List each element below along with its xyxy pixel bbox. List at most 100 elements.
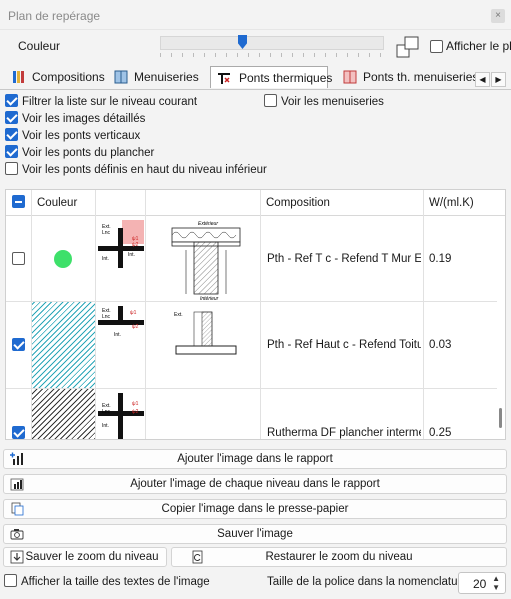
save-zoom-label: Sauver le zoom du niveau [25, 551, 159, 563]
junction-plan-icon: Extérieur Intérieur [171, 221, 241, 302]
composition-cell: Pth - Ref Haut c - Refend Toiture [261, 302, 424, 388]
show-top-checkbox[interactable]: Voir les ponts définis en haut du niveau… [5, 162, 267, 176]
show-vertical-checkbox[interactable]: Voir les ponts verticaux [5, 128, 141, 142]
restore-zoom-label: Restaurer le zoom du niveau [265, 551, 413, 563]
row-check-cell[interactable] [6, 302, 32, 388]
show-text-size-check[interactable] [4, 574, 17, 588]
tab-compositions-label: Compositions [32, 70, 105, 84]
tab-ponts-th-menuiseries[interactable]: Ponts th. menuiseries [341, 66, 478, 88]
camera-icon [10, 529, 24, 540]
table-row[interactable]: Ext. Lnc Int. Int. ψ1 ψ2 Extérieur Intér… [6, 216, 498, 302]
tab-scroll-right-icon[interactable]: ▶ [491, 72, 506, 87]
add-image-button[interactable]: Ajouter l'image dans le rapport [3, 449, 507, 469]
table-row[interactable]: Ext. Lnc Int. ψ1 ψ2 Ext. Pth - Ref Haut … [6, 302, 498, 389]
color-dot [54, 250, 72, 268]
psi2-label: ψ2 [132, 242, 139, 248]
tab-ponts-thermiques[interactable]: Ponts thermiques [210, 66, 332, 88]
tab-scroll-left-icon[interactable]: ◀ [475, 72, 490, 87]
int-label: Int. [114, 332, 121, 338]
tab-menuiseries[interactable]: Menuiseries [112, 66, 199, 88]
row-check[interactable] [12, 252, 25, 265]
header-color[interactable]: Couleur [32, 190, 96, 216]
tab-divider [0, 89, 511, 90]
tab-strip: Compositions Menuiseries Ponts thermique… [0, 64, 511, 90]
show-floor-check[interactable] [5, 145, 18, 159]
row-check[interactable] [12, 426, 25, 439]
select-all-check[interactable] [12, 195, 25, 209]
restore-zoom-icon [192, 550, 203, 564]
lnc-label: Lnc [102, 314, 111, 320]
show-top-label: Voir les ponts définis en haut du niveau… [22, 164, 267, 176]
color-slider[interactable] [160, 35, 384, 57]
row-check-cell[interactable] [6, 389, 32, 439]
plan-cell [146, 389, 261, 439]
show-detailed-checkbox[interactable]: Voir les images détaillés [5, 111, 146, 125]
add-each-level-label: Ajouter l'image de chaque niveau dans le… [130, 478, 380, 490]
color-row: Couleur Afficher le plan [0, 30, 511, 60]
footer: Afficher la taille des textes de l'image… [0, 570, 511, 596]
show-joinery-check[interactable] [264, 94, 277, 108]
tab-menuiseries-label: Menuiseries [134, 70, 199, 84]
composition-text: Pth - Ref T c - Refend T Mur Exte [267, 253, 421, 265]
show-floor-checkbox[interactable]: Voir les ponts du plancher [5, 145, 154, 159]
show-text-size-checkbox[interactable]: Afficher la taille des textes de l'image [4, 574, 210, 588]
table-scrollbar[interactable] [497, 216, 505, 439]
filter-level-check[interactable] [5, 94, 18, 108]
table-row[interactable]: Ext. Lnc Int. ψ1 ψ2 Rutherma DF plancher… [6, 389, 498, 439]
save-zoom-button[interactable]: Sauver le zoom du niveau [3, 547, 167, 567]
row-check[interactable] [12, 338, 25, 351]
color-swatch-cell [32, 216, 96, 301]
filter-level-checkbox[interactable]: Filtrer la liste sur le niveau courant [5, 94, 197, 108]
save-image-button[interactable]: Sauver l'image [3, 524, 507, 544]
chart-add-icon [10, 452, 23, 465]
show-vertical-check[interactable] [5, 128, 18, 142]
value-cell: 0.03 [424, 302, 498, 388]
show-text-size-label: Afficher la taille des textes de l'image [21, 576, 210, 588]
show-detailed-label: Voir les images détaillés [22, 113, 146, 125]
clipboard-icon [11, 502, 24, 516]
thumb-cell: Ext. Lnc Int. ψ1 ψ2 [96, 302, 146, 388]
tab-compositions[interactable]: Compositions [10, 66, 105, 88]
slider-ticks [160, 53, 384, 57]
value-text: 0.25 [429, 427, 452, 439]
int-label: Int. [102, 423, 109, 429]
save-image-label: Sauver l'image [217, 528, 293, 540]
value-text: 0.19 [429, 253, 452, 265]
header-composition[interactable]: Composition [261, 190, 424, 216]
junction-thumbnail-icon: Ext. Lnc Int. ψ1 ψ2 [98, 306, 144, 342]
value-cell: 0.25 [424, 389, 498, 439]
select-all-cell[interactable] [6, 190, 32, 216]
row-check-cell[interactable] [6, 216, 32, 301]
thermal-bridges-table: Couleur Composition W/(ml.K) Ext. Lnc In… [5, 189, 506, 440]
plan-caption-top: Ext. [174, 312, 183, 318]
add-each-level-button[interactable]: Ajouter l'image de chaque niveau dans le… [3, 474, 507, 494]
junction-plan-icon: Ext. [174, 311, 237, 355]
font-size-value[interactable]: 20 [473, 577, 486, 591]
psi2-label: ψ2 [132, 409, 139, 415]
table-scroll-thumb[interactable] [499, 408, 502, 428]
restore-zoom-button[interactable]: Restaurer le zoom du niveau [171, 547, 507, 567]
show-vertical-label: Voir les ponts verticaux [22, 130, 141, 142]
show-joinery-checkbox[interactable]: Voir les menuiseries [264, 94, 384, 108]
composition-text: Pth - Ref Haut c - Refend Toiture [267, 339, 421, 351]
layers-icon[interactable] [396, 36, 420, 58]
show-detailed-check[interactable] [5, 111, 18, 125]
plan-caption-top: Extérieur [198, 221, 218, 227]
close-icon[interactable]: × [491, 9, 505, 23]
show-top-check[interactable] [5, 162, 18, 176]
stepper-up-icon[interactable]: ▲ [492, 574, 500, 583]
stepper-down-icon[interactable]: ▼ [492, 583, 500, 592]
header-thumb [96, 190, 146, 216]
composition-cell: Rutherma DF plancher intermédia [261, 389, 424, 439]
value-cell: 0.19 [424, 216, 498, 301]
slider-track[interactable] [160, 36, 384, 50]
show-plan-checkbox[interactable]: Afficher le plan [427, 39, 511, 54]
font-size-stepper[interactable]: 20 ▲ ▼ [458, 572, 506, 594]
header-value[interactable]: W/(ml.K) [424, 190, 505, 216]
tab-ponts-thermiques-label: Ponts thermiques [239, 71, 333, 85]
copy-clipboard-button[interactable]: Copier l'image dans le presse-papier [3, 499, 507, 519]
copy-clipboard-label: Copier l'image dans le presse-papier [161, 503, 349, 515]
lnc-label: Lnc [102, 409, 111, 415]
thumb-cell: Ext. Lnc Int. Int. ψ1 ψ2 [96, 216, 146, 301]
show-plan-check[interactable] [430, 40, 443, 54]
